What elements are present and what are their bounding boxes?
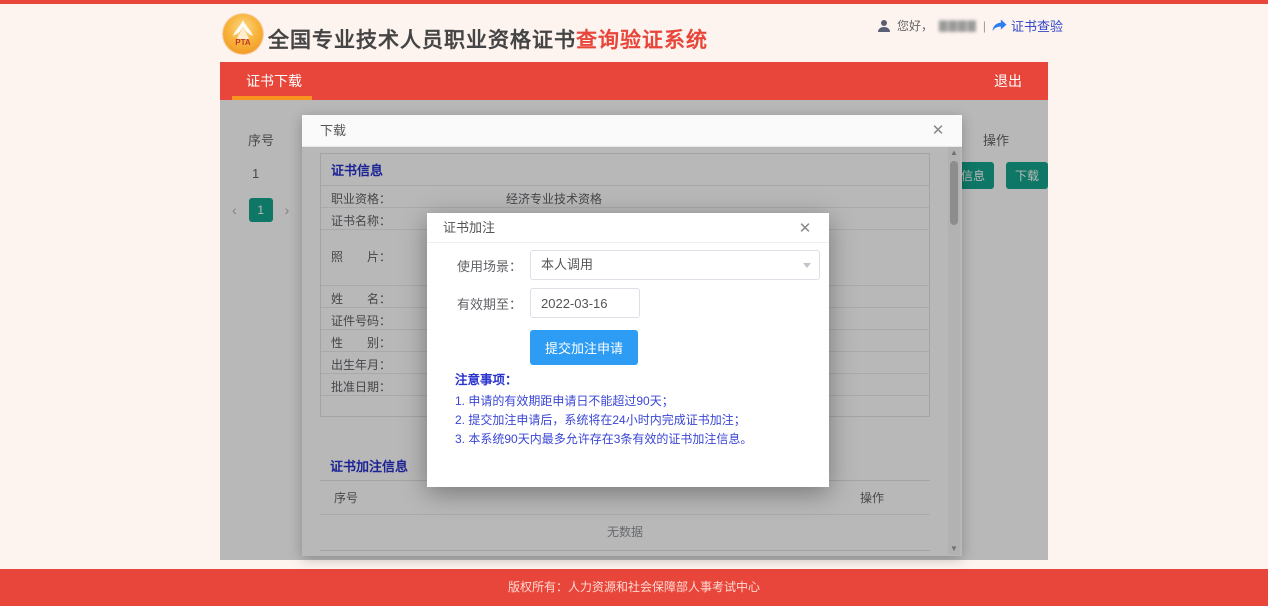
chevron-down-icon [803,263,811,268]
user-name-masked: ▇▇▇▇ [939,19,977,32]
logout-button[interactable]: 退出 [994,62,1022,100]
user-area: 您好， ▇▇▇▇ | 证书查验 [877,16,1063,35]
expiry-date-input[interactable] [530,288,640,318]
site-footer: 版权所有：人力资源和社会保障部人事考试中心 [0,569,1268,606]
download-modal-header: 下载 ✕ [302,115,962,147]
pta-logo-icon: PTA [223,14,263,54]
pta-logo: PTA [223,14,263,54]
scene-label: 使用场景： [427,256,530,275]
verify-link-label: 证书查验 [1011,16,1063,35]
divider: | [983,19,986,33]
annotation-modal-title: 证书加注 [443,213,495,243]
greeting-text: 您好， [897,17,933,34]
title-accent: 查询验证系统 [576,29,708,52]
expiry-form-row: 有效期至： [427,288,640,318]
notes-title: 注意事项： [455,371,752,390]
note-line-2: 2. 提交加注申请后，系统将在24小时内完成证书加注； [455,411,752,430]
svg-text:PTA: PTA [235,38,251,47]
scene-select-value: 本人调用 [541,257,593,272]
note-line-1: 1. 申请的有效期距申请日不能超过90天； [455,392,752,411]
scene-form-row: 使用场景： 本人调用 [427,250,820,280]
certificate-verify-link[interactable]: 证书查验 [992,16,1063,35]
note-line-3: 3. 本系统90天内最多允许存在3条有效的证书加注信息。 [455,430,752,449]
site-header: PTA 全国专业技术人员职业资格证书查询验证系统 您好， ▇▇▇▇ | 证书查验 [0,4,1268,62]
title-main: 全国专业技术人员职业资格证书 [268,29,576,52]
submit-annotation-button[interactable]: 提交加注申请 [530,330,638,365]
tab-certificate-download[interactable]: 证书下载 [246,62,302,100]
download-modal-close-icon[interactable]: ✕ [926,115,950,147]
download-modal-title: 下载 [320,115,346,147]
notes-block: 注意事项： 1. 申请的有效期距申请日不能超过90天； 2. 提交加注申请后，系… [455,371,752,449]
app-root: PTA 全国专业技术人员职业资格证书查询验证系统 您好， ▇▇▇▇ | 证书查验… [0,0,1268,606]
user-icon [877,19,891,33]
scene-select[interactable]: 本人调用 [530,250,820,280]
main-nav: 证书下载 退出 [220,62,1048,100]
page-title: 全国专业技术人员职业资格证书查询验证系统 [268,24,708,54]
share-arrow-icon [992,19,1007,32]
expiry-label: 有效期至： [427,294,530,313]
annotation-modal: 证书加注 ✕ 使用场景： 本人调用 有效期至： 提交加注申请 注意事项： 1. … [427,213,829,487]
annotation-modal-close-icon[interactable]: ✕ [793,213,817,245]
copyright-text: 版权所有：人力资源和社会保障部人事考试中心 [0,569,1268,606]
annotation-modal-header: 证书加注 ✕ [427,213,829,243]
